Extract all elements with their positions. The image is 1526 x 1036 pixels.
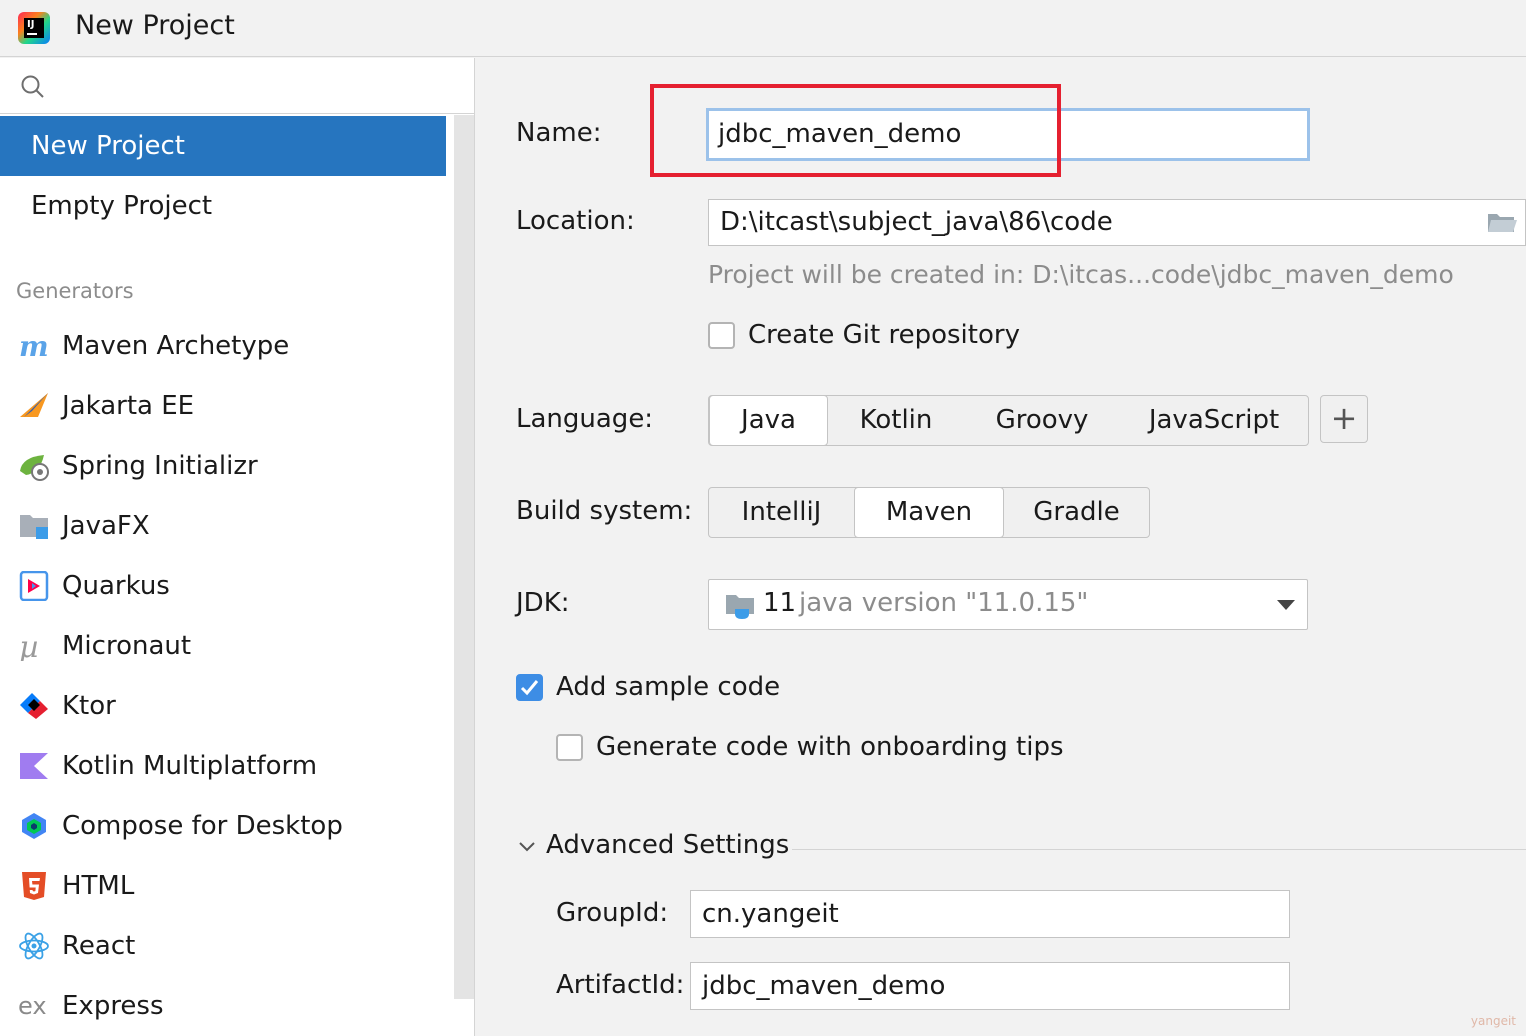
compose-icon bbox=[22, 813, 46, 839]
chevron-down-icon bbox=[1277, 600, 1295, 610]
sidebar-scrollbar[interactable] bbox=[454, 115, 474, 999]
sidebar-item-micronaut[interactable]: µ Micronaut bbox=[0, 616, 446, 676]
jdk-version: 11 bbox=[763, 588, 797, 618]
onboarding-checkbox[interactable] bbox=[556, 734, 583, 761]
sidebar-item-label: Quarkus bbox=[62, 571, 170, 601]
jdk-label: JDK: bbox=[516, 588, 570, 618]
spring-icon bbox=[20, 455, 49, 481]
build-system-selector: IntelliJ Maven Gradle bbox=[708, 487, 1150, 538]
sidebar-item-express[interactable]: ex Express bbox=[0, 976, 446, 1036]
location-field[interactable]: D:\itcast\subject_java\86\code bbox=[708, 199, 1526, 246]
intellij-logo-icon: IJ bbox=[18, 12, 50, 44]
sample-code-label: Add sample code bbox=[556, 672, 781, 702]
jdk-folder-icon bbox=[726, 595, 754, 619]
project-type-sidebar: New Project Empty Project Generators m M… bbox=[0, 58, 475, 1036]
sidebar-item-label: Ktor bbox=[62, 691, 116, 721]
sidebar-item-label: Express bbox=[62, 991, 164, 1021]
generators-section-label: Generators bbox=[16, 279, 134, 303]
jakarta-ee-icon bbox=[20, 393, 48, 417]
kotlin-icon bbox=[20, 753, 48, 779]
sidebar-item-label: HTML bbox=[62, 871, 135, 901]
express-icon: ex bbox=[18, 992, 47, 1020]
sidebar-item-label: Spring Initializr bbox=[62, 451, 258, 481]
jdk-dropdown[interactable]: 11 java version "11.0.15" bbox=[708, 579, 1308, 630]
sidebar-search[interactable] bbox=[0, 58, 474, 114]
sidebar-item-empty-project[interactable]: Empty Project bbox=[0, 176, 446, 236]
language-option-java[interactable]: Java bbox=[709, 395, 828, 446]
window-title: New Project bbox=[75, 10, 235, 41]
sidebar-item-label: New Project bbox=[31, 131, 185, 161]
react-icon bbox=[19, 932, 49, 960]
sidebar-item-label: Micronaut bbox=[62, 631, 192, 661]
name-label: Name: bbox=[516, 118, 602, 148]
git-checkbox[interactable] bbox=[708, 322, 735, 349]
sidebar-item-html[interactable]: HTML bbox=[0, 856, 446, 916]
watermark: yangeit bbox=[1470, 1014, 1516, 1028]
jdk-description: java version "11.0.15" bbox=[799, 588, 1089, 618]
groupid-label: GroupId: bbox=[556, 898, 669, 928]
sidebar-item-kotlin-multiplatform[interactable]: Kotlin Multiplatform bbox=[0, 736, 446, 796]
sidebar-item-quarkus[interactable]: Quarkus bbox=[0, 556, 446, 616]
maven-icon: m bbox=[19, 331, 49, 361]
advanced-settings-toggle[interactable]: Advanced Settings bbox=[546, 830, 789, 860]
sidebar-item-label: Compose for Desktop bbox=[62, 811, 343, 841]
sidebar-item-javafx[interactable]: JavaFX bbox=[0, 496, 446, 556]
checkmark-icon bbox=[520, 680, 539, 696]
sidebar-item-spring-initializr[interactable]: Spring Initializr bbox=[0, 436, 446, 496]
micronaut-icon: µ bbox=[19, 631, 39, 661]
build-system-label: Build system: bbox=[516, 496, 693, 526]
add-language-button[interactable]: + bbox=[1320, 395, 1368, 443]
sidebar-item-label: Jakarta EE bbox=[62, 391, 195, 421]
artifactid-label: ArtifactId: bbox=[556, 970, 685, 1000]
build-option-intellij[interactable]: IntelliJ bbox=[709, 488, 854, 537]
folder-icon[interactable] bbox=[1486, 210, 1518, 236]
build-option-gradle[interactable]: Gradle bbox=[1004, 488, 1149, 537]
svg-text:µ: µ bbox=[19, 631, 39, 661]
onboarding-label: Generate code with onboarding tips bbox=[596, 732, 1064, 762]
svg-text:ex: ex bbox=[18, 992, 47, 1020]
sidebar-item-jakarta-ee[interactable]: Jakarta EE bbox=[0, 376, 446, 436]
sidebar-item-maven-archetype[interactable]: m Maven Archetype bbox=[0, 316, 446, 376]
sample-code-checkbox[interactable] bbox=[516, 674, 543, 701]
ktor-icon bbox=[20, 693, 48, 719]
annotation-highlight-box bbox=[650, 84, 1061, 177]
html5-icon bbox=[22, 872, 46, 900]
build-option-maven[interactable]: Maven bbox=[854, 487, 1004, 538]
sidebar-item-label: React bbox=[62, 931, 136, 961]
language-label: Language: bbox=[516, 404, 654, 434]
sidebar-item-label: Kotlin Multiplatform bbox=[62, 751, 318, 781]
advanced-settings-divider bbox=[792, 849, 1526, 850]
language-option-kotlin[interactable]: Kotlin bbox=[828, 396, 964, 445]
sidebar-item-label: Maven Archetype bbox=[62, 331, 290, 361]
language-option-groovy[interactable]: Groovy bbox=[964, 396, 1120, 445]
svg-text:m: m bbox=[19, 331, 49, 361]
chevron-down-icon[interactable] bbox=[518, 838, 536, 856]
groupid-field[interactable]: cn.yangeit bbox=[690, 890, 1290, 938]
sidebar-item-new-project[interactable]: New Project bbox=[0, 116, 446, 176]
sidebar-item-label: JavaFX bbox=[62, 511, 150, 541]
sidebar-item-ktor[interactable]: Ktor bbox=[0, 676, 446, 736]
artifactid-field[interactable]: jdbc_maven_demo bbox=[690, 962, 1290, 1010]
language-selector: Java Kotlin Groovy JavaScript bbox=[708, 395, 1309, 446]
javafx-icon bbox=[20, 515, 48, 539]
sidebar-item-compose-desktop[interactable]: Compose for Desktop bbox=[0, 796, 446, 856]
title-bar: IJ New Project bbox=[0, 0, 1526, 57]
language-option-javascript[interactable]: JavaScript bbox=[1120, 396, 1308, 445]
search-icon bbox=[21, 75, 44, 98]
location-hint: Project will be created in: D:\itcas...c… bbox=[708, 260, 1454, 289]
sidebar-item-label: Empty Project bbox=[31, 191, 213, 221]
location-label: Location: bbox=[516, 206, 635, 236]
sidebar-item-react[interactable]: React bbox=[0, 916, 446, 976]
quarkus-icon bbox=[19, 571, 49, 601]
git-checkbox-label: Create Git repository bbox=[748, 320, 1020, 350]
